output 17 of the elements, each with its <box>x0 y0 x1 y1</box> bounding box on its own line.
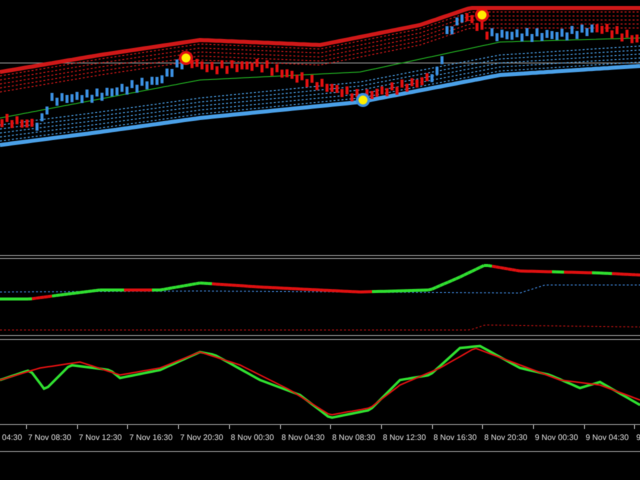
signal-marker-icon <box>475 8 489 22</box>
time-label: 7 Nov 16:30 <box>129 433 173 443</box>
signal-marker-icon <box>179 51 193 65</box>
time-label: 8 Nov 00:30 <box>230 433 274 443</box>
time-label: 8 Nov 12:30 <box>382 433 426 443</box>
time-label: 7 Nov 08:30 <box>28 433 72 443</box>
time-label: 7 Nov 12:30 <box>78 433 122 443</box>
time-label: 04:30 <box>2 433 22 443</box>
time-label: 9 Nov 00:30 <box>534 433 578 443</box>
signal-marker-icon <box>356 93 370 107</box>
time-label: 8 Nov 20:30 <box>484 433 528 443</box>
time-label: 9 Nov 04:30 <box>586 433 629 443</box>
time-label: 8 Nov 08:30 <box>332 433 376 443</box>
time-label: 8 Nov 04:30 <box>281 433 325 443</box>
time-label: 8 Nov 16:30 <box>434 433 477 443</box>
time-label: 9 <box>636 433 640 443</box>
time-label: 7 Nov 20:30 <box>180 433 224 443</box>
